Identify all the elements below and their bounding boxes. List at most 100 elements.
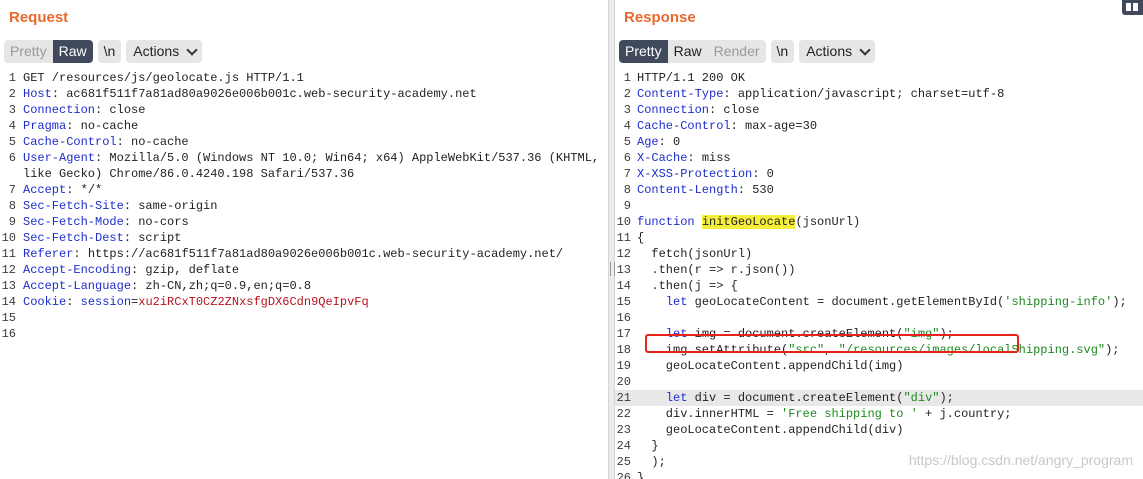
- tab-raw[interactable]: Raw: [52, 40, 93, 63]
- code-token: X-Cache: [637, 151, 688, 165]
- tab-pretty[interactable]: Pretty: [619, 40, 668, 63]
- line-content: Pragma: no-cache: [23, 118, 138, 134]
- code-line: 3 Connection: close: [615, 102, 1143, 118]
- line-number: 25: [616, 455, 631, 469]
- response-editor[interactable]: 1 HTTP/1.1 200 OK 2 Content-Type: applicati…: [615, 70, 1143, 479]
- line-content: let geoLocateContent = document.getEleme…: [637, 294, 1127, 310]
- line-content: Cache-Control: no-cache: [23, 134, 189, 150]
- code-token: Cache-Control: [23, 135, 117, 149]
- code-token: Connection: [23, 103, 96, 117]
- line-content: );: [637, 454, 665, 470]
- code-token: : 530: [737, 183, 774, 197]
- code-line: 20: [615, 374, 1143, 390]
- code-line: 23 geoLocateContent.appendChild(div): [615, 422, 1143, 438]
- code-token: Accept-Encoding: [23, 263, 132, 277]
- code-line: 2 Host: ac681f511f7a81ad80a9026e006b001c.…: [0, 86, 608, 102]
- line-number: 22: [616, 407, 631, 421]
- code-line: 6 User-Agent: Mozilla/5.0 (Windows NT 10.…: [0, 150, 608, 166]
- code-token: GET /resources/js/geolocate.js HTTP/1.1: [23, 71, 304, 85]
- line-number: 12: [616, 247, 631, 261]
- code-token: : close: [95, 103, 146, 117]
- line-content: Accept-Encoding: gzip, deflate: [23, 262, 239, 278]
- line-number: 5: [8, 135, 16, 149]
- code-line: 7 Accept: */*: [0, 182, 608, 198]
- code-token: .then(j => {: [637, 279, 738, 293]
- line-content: GET /resources/js/geolocate.js HTTP/1.1: [23, 70, 304, 86]
- line-content: geoLocateContent.appendChild(div): [637, 422, 904, 438]
- line-number: 6: [8, 151, 16, 165]
- code-line: 12 fetch(jsonUrl): [615, 246, 1143, 262]
- code-token: (jsonUrl): [795, 215, 861, 229]
- line-content: Age: 0: [637, 134, 680, 150]
- line-number: 9: [623, 199, 631, 213]
- code-line: 9 Sec-Fetch-Mode: no-cors: [0, 214, 608, 230]
- newline-toggle-button[interactable]: \n: [770, 40, 795, 63]
- line-number: 1: [623, 71, 631, 85]
- code-token: : Mozilla/5.0 (Windows NT 10.0; Win64; x…: [95, 151, 600, 165]
- line-number: 16: [616, 311, 631, 325]
- code-line: 16: [0, 326, 608, 342]
- pane-splitter[interactable]: [608, 0, 615, 479]
- request-view-tabs: Pretty Raw: [4, 40, 93, 63]
- line-content: X-XSS-Protection: 0: [637, 166, 774, 182]
- code-line: 8 Sec-Fetch-Site: same-origin: [0, 198, 608, 214]
- line-content: {: [637, 230, 644, 246]
- code-token: let: [665, 295, 688, 309]
- response-toolbar: Pretty Raw Render \n Actions: [619, 40, 876, 63]
- layout-toggle-icon[interactable]: [1122, 0, 1143, 15]
- code-token: like Gecko) Chrome/86.0.4240.198 Safari/…: [23, 167, 355, 181]
- code-token: .then(r => r.json()): [637, 263, 796, 277]
- line-number: 15: [1, 311, 16, 325]
- code-token: : max-age=30: [730, 119, 818, 133]
- line-number: 3: [8, 103, 16, 117]
- line-content: User-Agent: Mozilla/5.0 (Windows NT 10.0…: [23, 150, 599, 166]
- code-token: Accept-Language: [23, 279, 132, 293]
- code-token: 'shipping-info': [1004, 295, 1113, 309]
- code-line: 8 Content-Length: 530: [615, 182, 1143, 198]
- line-number: 5: [623, 135, 631, 149]
- chevron-down-icon: [859, 43, 871, 56]
- code-token: div.innerHTML =: [637, 407, 782, 421]
- request-toolbar: Pretty Raw \n Actions: [4, 40, 203, 63]
- line-content: .then(r => r.json()): [637, 262, 795, 278]
- line-number: 7: [623, 167, 631, 181]
- line-content: Sec-Fetch-Dest: script: [23, 230, 181, 246]
- actions-dropdown-button[interactable]: Actions: [799, 40, 876, 63]
- line-content: Cache-Control: max-age=30: [637, 118, 817, 134]
- actions-dropdown-button[interactable]: Actions: [126, 40, 203, 63]
- line-content: fetch(jsonUrl): [637, 246, 752, 262]
- chevron-down-icon: [186, 43, 198, 56]
- line-number: 9: [8, 215, 16, 229]
- tab-raw[interactable]: Raw: [667, 40, 708, 63]
- line-content: function initGeoLocate(jsonUrl): [637, 214, 860, 230]
- code-token: + j.country;: [917, 407, 1012, 421]
- tab-pretty[interactable]: Pretty: [4, 40, 53, 63]
- code-line: 6 X-Cache: miss: [615, 150, 1143, 166]
- code-line: 4 Pragma: no-cache: [0, 118, 608, 134]
- line-content: like Gecko) Chrome/86.0.4240.198 Safari/…: [23, 166, 354, 182]
- code-line: 11 Referer: https://ac681f511f7a81ad80a90…: [0, 246, 608, 262]
- newline-toggle-button[interactable]: \n: [97, 40, 122, 63]
- request-editor[interactable]: 1 GET /resources/js/geolocate.js HTTP/1.1…: [0, 70, 608, 479]
- code-token: : 0: [752, 167, 774, 181]
- line-number: 16: [1, 327, 16, 341]
- line-number: 26: [616, 471, 631, 479]
- code-token: Pragma: [23, 119, 67, 133]
- code-line: 26}: [615, 470, 1143, 479]
- line-number: 2: [8, 87, 16, 101]
- line-content: div.innerHTML = 'Free shipping to ' + j.…: [637, 406, 1012, 422]
- line-number: 3: [623, 103, 631, 117]
- code-token: session: [80, 295, 132, 309]
- line-content: Sec-Fetch-Site: same-origin: [23, 198, 217, 214]
- tab-render[interactable]: Render: [707, 40, 766, 63]
- line-number: 11: [1, 247, 16, 261]
- code-line: 5 Cache-Control: no-cache: [0, 134, 608, 150]
- code-token: : https://ac681f511f7a81ad80a9026e006b00…: [73, 247, 564, 261]
- code-token: xu2iRCxT0CZ2ZNxsfgDX6Cdn9QeIpvFq: [138, 295, 369, 309]
- line-number: 14: [616, 279, 631, 293]
- code-token: }: [637, 471, 645, 479]
- line-content: HTTP/1.1 200 OK: [637, 70, 745, 86]
